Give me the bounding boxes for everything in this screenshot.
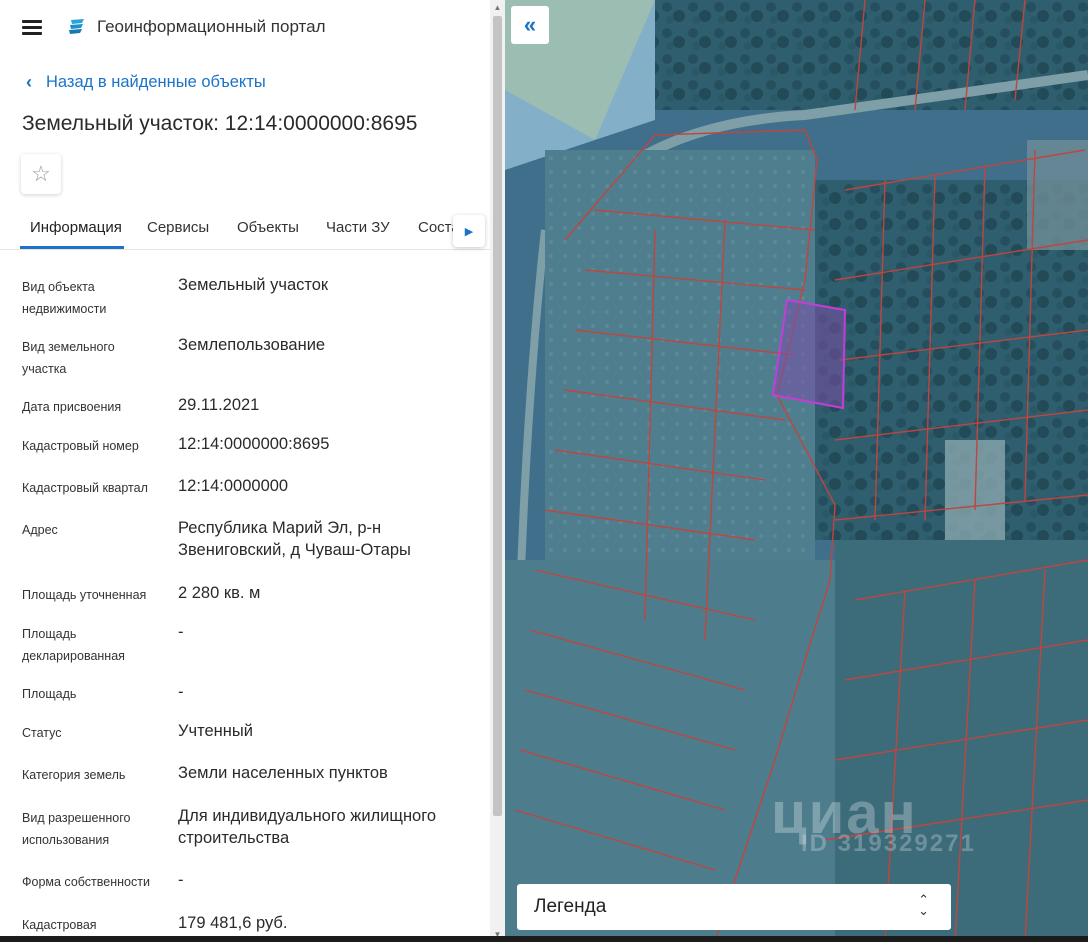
property-key: Площадь уточненная (22, 588, 147, 602)
property-key: Кадастровый номер (22, 439, 139, 453)
caret-right-icon: ▶ (464, 225, 474, 238)
property-value: 12:14:0000000:8695 (178, 435, 330, 453)
property-value: - (178, 683, 184, 701)
hamburger-menu-icon[interactable] (22, 19, 44, 37)
double-chevron-left-icon: « (523, 12, 537, 37)
property-key: Статус (22, 726, 62, 740)
back-link-label: Назад в найденные объекты (46, 73, 266, 91)
active-tab-indicator (20, 246, 124, 249)
property-value: 29.11.2021 (178, 396, 260, 414)
property-value: 179 481,6 руб. (178, 914, 288, 932)
watermark-id: ID 319329271 (801, 830, 976, 857)
scroll-thumb[interactable] (493, 16, 502, 816)
property-key: Кадастровый квартал (22, 481, 148, 495)
property-value: Для индивидуального жилищного строительс… (178, 807, 437, 847)
window-bottom-edge (0, 936, 1088, 942)
tab-parcel-parts[interactable]: Части ЗУ (326, 219, 390, 236)
property-value: - (178, 871, 184, 889)
tab-services[interactable]: Сервисы (147, 219, 209, 236)
tab-information[interactable]: Информация (30, 219, 122, 236)
property-value: Землепользование (178, 336, 326, 354)
fields-south (505, 560, 835, 940)
panel-scrollbar[interactable]: ▲ ▼ (490, 0, 505, 942)
chevron-left-icon: ‹ (26, 72, 32, 92)
property-key: Адрес (22, 523, 58, 537)
property-key: Площадь (22, 687, 77, 701)
top-bar: Геоинформационный портал (0, 0, 490, 56)
property-key: Категория земель (22, 768, 126, 782)
app-title: Геоинформационный портал (97, 17, 326, 36)
selected-parcel[interactable] (771, 298, 847, 410)
property-value: Учтенный (178, 722, 253, 740)
legend-panel[interactable]: Легенда ⌃ ⌄ (517, 884, 951, 930)
property-key: Вид земельного участка (22, 340, 115, 376)
property-key: Вид объекта недвижимости (22, 280, 107, 316)
property-key: Вид разрешенного использования (22, 811, 131, 847)
tab-objects[interactable]: Объекты (237, 219, 299, 236)
property-value: Республика Марий Эл, р-н Звениговский, д… (178, 519, 411, 559)
object-title: Земельный участок: 12:14:0000000:8695 (22, 112, 418, 135)
legend-label: Легенда (534, 896, 607, 917)
property-value: 12:14:0000000 (178, 477, 289, 495)
property-key: Форма собственности (22, 875, 150, 889)
scroll-up-arrow-icon[interactable]: ▲ (490, 0, 505, 15)
property-key: Дата присвоения (22, 400, 122, 414)
chevron-up-down-icon[interactable]: ⌃ ⌄ (918, 893, 929, 917)
map-view[interactable]: « циан ID 319329271 Легенда ⌃ ⌄ (505, 0, 1088, 942)
favorite-button[interactable]: ☆ (21, 154, 61, 194)
property-value: Земельный участок (178, 276, 329, 294)
property-value: - (178, 623, 184, 641)
property-key: Площадь декларированная (22, 627, 125, 663)
back-to-results-link[interactable]: ‹ Назад в найденные объекты (26, 72, 266, 93)
property-value: 2 280 кв. м (178, 584, 261, 602)
property-value: Земли населенных пунктов (178, 764, 388, 782)
info-panel: Геоинформационный портал ‹ Назад в найде… (0, 0, 490, 942)
tab-bar: Информация Сервисы Объекты Части ЗУ Сост… (0, 208, 490, 250)
tabs-scroll-right-button[interactable]: ▶ (453, 215, 485, 247)
collapse-panel-button[interactable]: « (511, 6, 549, 44)
clearing-top (1027, 140, 1088, 250)
portal-logo-icon (69, 19, 84, 34)
property-key: Кадастровая (22, 918, 97, 932)
star-outline-icon: ☆ (31, 161, 51, 186)
